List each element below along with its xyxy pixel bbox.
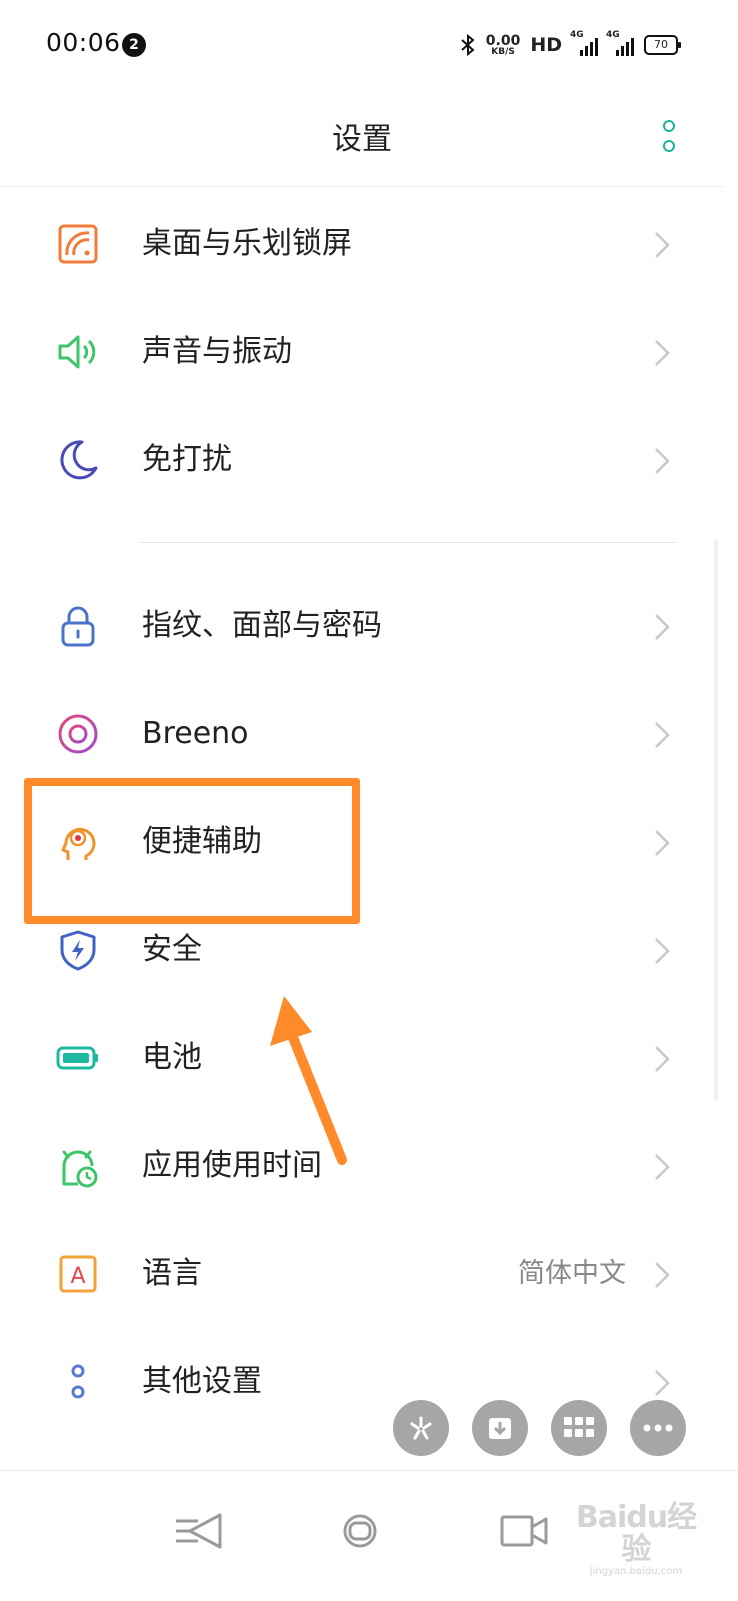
chevron-right-icon xyxy=(655,340,670,366)
settings-item-other-settings[interactable]: 其他设置 xyxy=(0,1328,724,1436)
arrow-annotation-icon xyxy=(270,996,347,1165)
highlight-annotation-box xyxy=(24,778,360,924)
svg-text:A: A xyxy=(70,1264,85,1289)
chevron-right-icon xyxy=(655,1154,670,1180)
chevron-right-icon xyxy=(655,1370,670,1396)
baidu-watermark: Baidu经验 jingyan.baidu.com xyxy=(566,1500,706,1578)
status-bar: 00:06 2 0.00 KB/S HD 4G 4G 70 xyxy=(0,0,738,90)
header: 设置 xyxy=(0,90,724,187)
settings-item-breeno[interactable]: Breeno xyxy=(0,680,724,788)
settings-item-do-not-disturb[interactable]: 免打扰 xyxy=(0,406,724,514)
settings-item-fingerprint-face-password[interactable]: 指纹、面部与密码 xyxy=(0,572,724,680)
status-time: 00:06 xyxy=(46,28,121,57)
grid-button[interactable] xyxy=(551,1400,607,1456)
asterisk-icon xyxy=(410,1416,432,1440)
recents-icon[interactable] xyxy=(494,1507,554,1555)
settings-item-label: 免打扰 xyxy=(142,442,232,477)
notification-count-badge: 2 xyxy=(122,33,146,57)
home-icon[interactable] xyxy=(330,1507,390,1555)
group-divider xyxy=(140,542,676,543)
usage-clock-icon xyxy=(62,1150,98,1188)
settings-item-label: Breeno xyxy=(142,716,249,751)
chevron-right-icon xyxy=(655,232,670,258)
signal-icon: 4G xyxy=(570,30,598,56)
chevron-right-icon xyxy=(655,1262,670,1288)
watermark-logo: Baidu经验 xyxy=(575,1500,697,1567)
more-vertical-icon[interactable] xyxy=(662,120,676,156)
settings-item-label: 指纹、面部与密码 xyxy=(142,608,382,643)
settings-item-label: 其他设置 xyxy=(142,1364,262,1399)
download-icon xyxy=(489,1418,511,1439)
watermark-url: jingyan.baidu.com xyxy=(589,1566,683,1577)
settings-item-sound-vibration[interactable]: 声音与振动 xyxy=(0,298,724,406)
settings-item-desktop-lockscreen[interactable]: 桌面与乐划锁屏 xyxy=(0,190,724,298)
breeno-icon xyxy=(58,714,98,754)
settings-item-language[interactable]: A 语言 简体中文 xyxy=(0,1220,724,1328)
signal-icon: 4G xyxy=(606,30,634,56)
battery-icon: 70 xyxy=(644,35,681,55)
settings-item-label: 电池 xyxy=(142,1040,202,1075)
more-horizontal-button[interactable] xyxy=(630,1400,686,1456)
chevron-right-icon xyxy=(655,448,670,474)
speaker-icon xyxy=(58,335,96,369)
chevron-right-icon xyxy=(655,830,670,856)
language-current-value: 简体中文 xyxy=(518,1258,626,1289)
settings-item-label: 声音与振动 xyxy=(142,334,292,369)
more-horizontal-icon xyxy=(643,1424,673,1432)
net-speed: 0.00 KB/S xyxy=(485,32,521,57)
status-icons: 0.00 KB/S HD 4G 4G 70 xyxy=(460,30,681,60)
page-title: 设置 xyxy=(332,122,392,157)
settings-item-label: 桌面与乐划锁屏 xyxy=(142,226,352,261)
chevron-right-icon xyxy=(655,1046,670,1072)
back-icon[interactable] xyxy=(172,1507,232,1555)
moon-icon xyxy=(60,440,98,480)
battery-icon xyxy=(56,1046,98,1070)
wallpaper-icon xyxy=(58,224,98,264)
chevron-right-icon xyxy=(655,722,670,748)
chevron-right-icon xyxy=(655,938,670,964)
lock-icon xyxy=(61,606,95,647)
bluetooth-icon xyxy=(461,33,475,57)
settings-item-label: 语言 xyxy=(142,1256,202,1291)
grid-icon xyxy=(564,1417,594,1437)
shield-icon xyxy=(60,930,96,971)
more-dots-icon xyxy=(71,1364,85,1399)
download-button[interactable] xyxy=(472,1400,528,1456)
chevron-right-icon xyxy=(655,614,670,640)
hd-icon: HD xyxy=(530,34,562,56)
asterisk-button[interactable] xyxy=(393,1400,449,1456)
language-icon: A xyxy=(59,1255,97,1293)
